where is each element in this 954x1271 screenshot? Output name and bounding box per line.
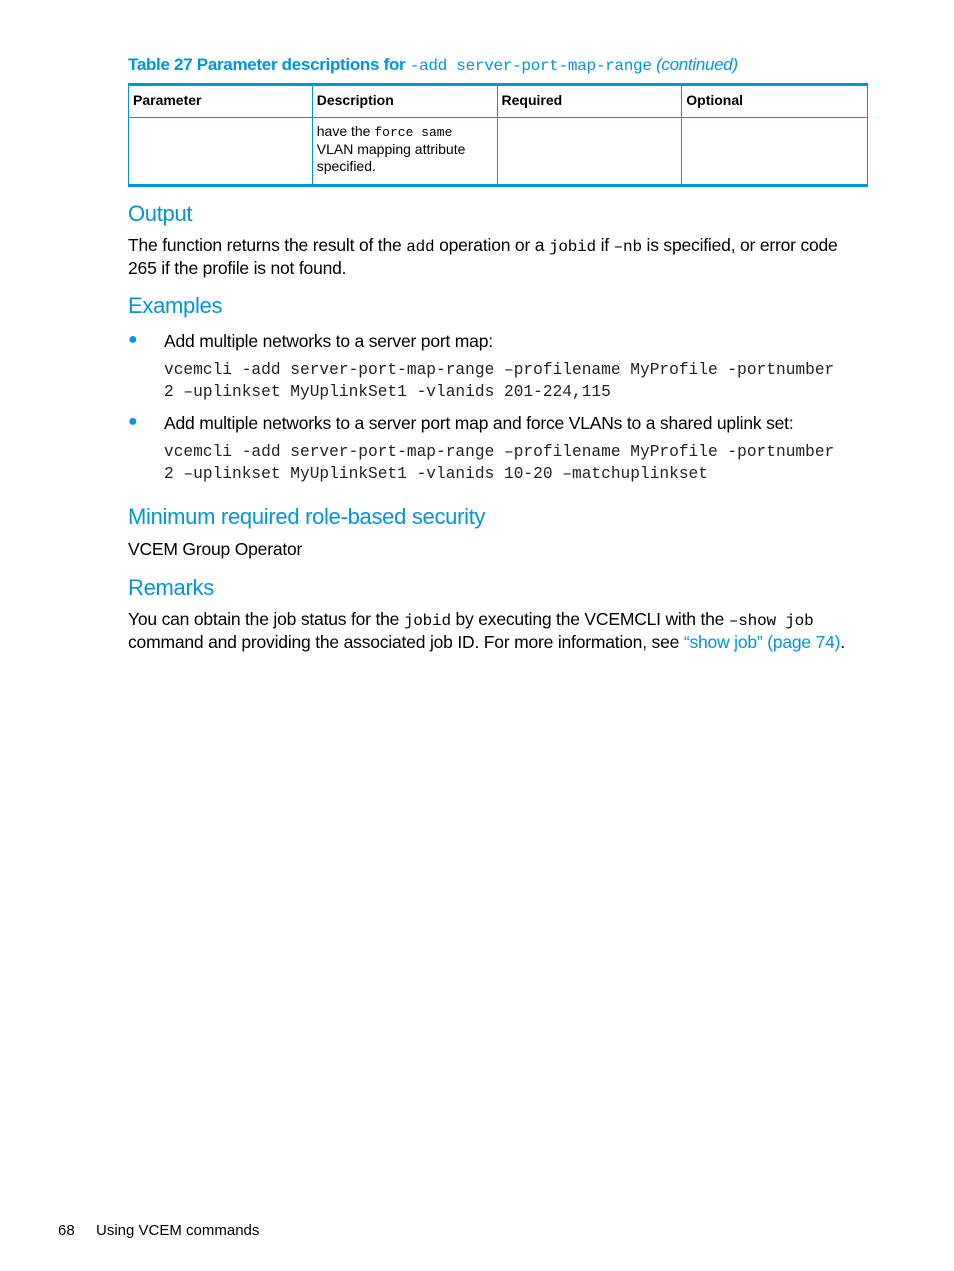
example-description: Add multiple networks to a server port m…	[164, 413, 794, 433]
header-required: Required	[496, 84, 683, 118]
chapter-title: Using VCEM commands	[96, 1222, 260, 1239]
description-text: have the	[316, 123, 375, 139]
text: if	[595, 235, 614, 255]
inline-code: jobid	[548, 238, 596, 256]
text: You can obtain the job status for the	[128, 609, 404, 629]
inline-code: add	[406, 238, 435, 256]
text: The function returns the result of the	[128, 235, 407, 255]
page-number: 68	[58, 1222, 75, 1239]
table-row: have the force same VLAN mapping attribu…	[128, 117, 868, 186]
remarks-heading: Remarks	[128, 575, 214, 600]
example-description: Add multiple networks to a server port m…	[164, 331, 493, 351]
table-caption: Table 27 Parameter descriptions for -add…	[128, 55, 738, 75]
example-code: vcemcli -add server-port-map-range –prof…	[164, 443, 835, 483]
table-header-row: Parameter Description Required Optional	[128, 84, 868, 118]
show-job-link[interactable]: “show job” (page 74)	[684, 632, 841, 652]
parameter-table: Parameter Description Required Optional …	[128, 83, 868, 187]
bullet-icon: ●	[128, 331, 138, 348]
caption-prefix: Table 27 Parameter descriptions for	[128, 55, 410, 74]
header-description: Description	[311, 84, 498, 118]
cell-parameter	[128, 117, 313, 186]
inline-code: –show job	[728, 612, 814, 630]
description-text-post: VLAN mapping attribute specified.	[316, 141, 466, 174]
security-heading: Minimum required role-based security	[128, 504, 486, 529]
output-paragraph: The function returns the result of the a…	[128, 235, 868, 279]
text: .	[840, 632, 845, 652]
cell-optional	[681, 117, 868, 186]
examples-heading: Examples	[128, 293, 223, 318]
text: operation or a	[434, 235, 549, 255]
bullet-icon: ●	[128, 413, 138, 430]
cell-description: have the force same VLAN mapping attribu…	[311, 117, 498, 186]
output-heading: Output	[128, 201, 193, 226]
example-code: vcemcli -add server-port-map-range –prof…	[164, 361, 835, 401]
cell-required	[496, 117, 683, 186]
header-parameter: Parameter	[128, 84, 313, 118]
description-code: force same	[374, 125, 453, 140]
text: command and providing the associated job…	[128, 632, 684, 652]
header-optional: Optional	[681, 84, 868, 118]
security-text: VCEM Group Operator	[128, 539, 303, 559]
inline-code: jobid	[403, 612, 451, 630]
caption-code: -add server-port-map-range	[409, 57, 652, 75]
page-footer: 68 Using VCEM commands	[58, 1222, 259, 1239]
text: by executing the VCEMCLI with the	[450, 609, 729, 629]
caption-continued: (continued)	[656, 55, 738, 74]
inline-code: –nb	[613, 238, 642, 256]
remarks-paragraph: You can obtain the job status for the jo…	[128, 609, 868, 653]
